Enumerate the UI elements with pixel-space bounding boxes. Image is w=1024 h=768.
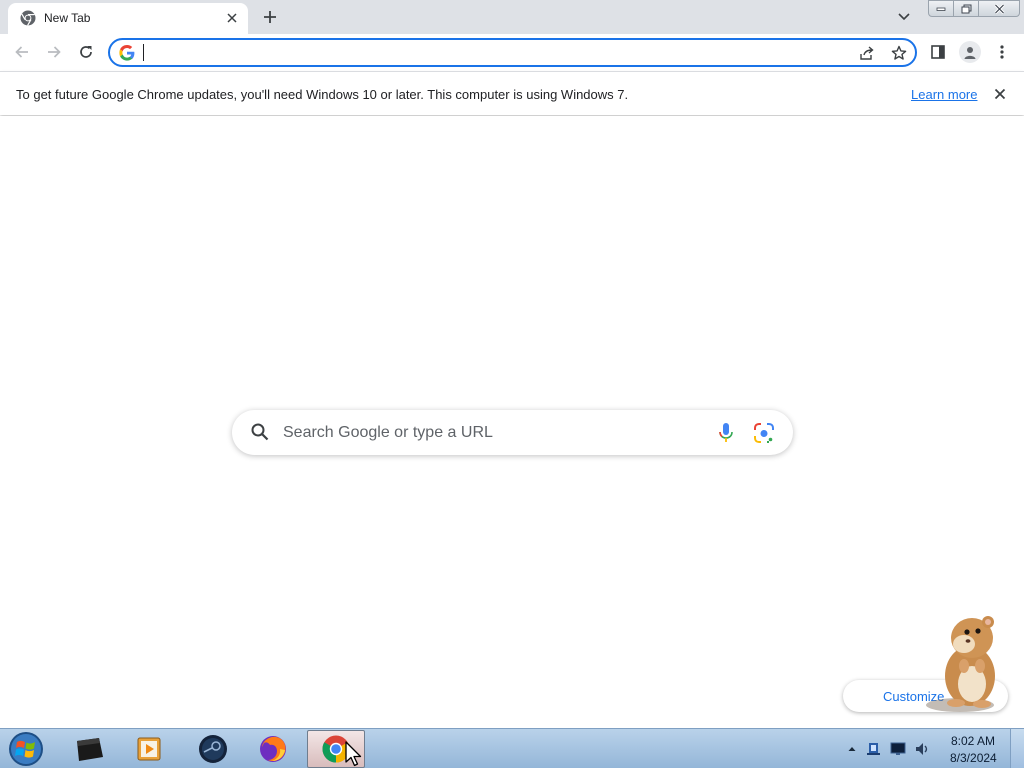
tab-search-button[interactable] — [892, 6, 916, 28]
more-vert-icon — [1000, 45, 1004, 59]
forward-button[interactable] — [40, 38, 68, 66]
tray-network-monitor[interactable] — [866, 741, 882, 757]
avatar — [959, 41, 981, 63]
chevron-up-icon — [848, 747, 856, 751]
infobar-message: To get future Google Chrome updates, you… — [16, 87, 629, 102]
star-icon — [891, 45, 907, 60]
clock-date[interactable]: 8/3/2024 — [950, 751, 997, 765]
speaker-icon — [916, 743, 928, 755]
back-button[interactable] — [8, 38, 36, 66]
menu-button[interactable] — [988, 38, 1016, 66]
window-close-button[interactable] — [978, 0, 1020, 17]
firefox-icon — [260, 736, 286, 762]
bookmark-button[interactable] — [889, 43, 909, 63]
steam-icon — [199, 735, 227, 763]
clock-time[interactable]: 8:02 AM — [951, 734, 995, 748]
close-icon — [227, 13, 237, 23]
google-g-icon — [119, 45, 135, 61]
taskbar-app-steam[interactable] — [184, 730, 242, 768]
restore-icon — [961, 4, 971, 13]
window-controls — [928, 0, 1020, 18]
new-tab-button[interactable] — [256, 5, 284, 29]
address-bar[interactable] — [108, 38, 917, 67]
windows-start-icon[interactable] — [6, 730, 46, 768]
search-icon — [251, 423, 269, 441]
tab-close-button[interactable] — [222, 8, 242, 28]
minimize-button[interactable] — [928, 0, 954, 17]
tab-title: New Tab — [44, 11, 91, 25]
side-panel-button[interactable] — [924, 38, 952, 66]
reload-button[interactable] — [72, 38, 100, 66]
close-icon — [994, 88, 1006, 100]
show-desktop-button[interactable] — [1010, 729, 1024, 768]
chevron-down-icon — [898, 13, 910, 21]
reload-icon — [80, 46, 92, 58]
share-icon — [860, 46, 874, 60]
share-button[interactable] — [857, 43, 877, 63]
windows-taskbar: 8:02 AM 8/3/2024 — [0, 728, 1024, 768]
screen: New Tab To get future Google Chrome upda… — [0, 0, 1024, 768]
taskbar-app-firefox[interactable] — [244, 730, 302, 768]
terminal-icon — [77, 738, 103, 761]
arrow-left-icon — [15, 46, 28, 58]
learn-more-link[interactable]: Learn more — [911, 87, 977, 103]
network-icon — [867, 743, 880, 755]
chrome-favicon-icon — [20, 10, 36, 26]
tab-new-tab[interactable]: New Tab — [8, 3, 248, 34]
tray-display[interactable] — [890, 741, 906, 757]
new-tab-page: Search Google or type a URL Customize — [0, 116, 1024, 728]
tab-strip: New Tab — [0, 0, 1024, 34]
google-lens-icon[interactable] — [753, 422, 775, 444]
taskbar-app-media-player[interactable] — [120, 730, 178, 768]
close-icon — [993, 3, 1005, 14]
plus-icon — [264, 11, 276, 23]
mouse-cursor-icon — [345, 741, 362, 767]
update-infobar: To get future Google Chrome updates, you… — [0, 71, 1024, 115]
microphone-icon[interactable] — [716, 422, 736, 444]
tray-volume[interactable] — [914, 741, 930, 757]
taskbar-app-command-prompt[interactable] — [60, 730, 118, 768]
text-caret — [143, 44, 144, 61]
profile-button[interactable] — [956, 38, 984, 66]
address-input[interactable] — [142, 42, 842, 63]
hamster-mascot-icon — [926, 616, 995, 712]
search-placeholder: Search Google or type a URL — [283, 424, 493, 441]
browser-toolbar — [0, 34, 1024, 71]
ntp-search-box[interactable]: Search Google or type a URL — [232, 410, 793, 455]
arrow-right-icon — [48, 46, 61, 58]
restore-button[interactable] — [953, 0, 979, 17]
monitor-icon — [890, 742, 906, 755]
minimize-icon — [936, 7, 946, 11]
infobar-close-button[interactable] — [990, 84, 1010, 104]
person-icon — [964, 47, 976, 59]
side-panel-icon — [931, 45, 945, 59]
media-player-icon — [137, 737, 161, 761]
show-hidden-icons-button[interactable] — [844, 741, 860, 757]
